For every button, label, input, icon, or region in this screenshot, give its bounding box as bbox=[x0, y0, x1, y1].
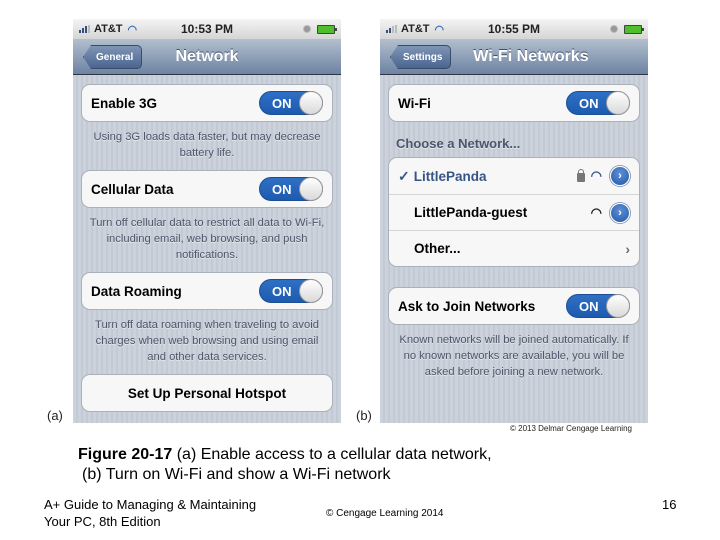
page-number: 16 bbox=[662, 497, 677, 512]
toggle-state: ON bbox=[272, 283, 292, 299]
page-title: Network bbox=[175, 47, 239, 65]
book-title: A+ Guide to Managing & Maintaining Your … bbox=[44, 496, 256, 530]
caption-line-1: (a) Enable access to a cellular data net… bbox=[172, 446, 492, 463]
wifi-status-icon: ◠ bbox=[127, 23, 138, 36]
network-name: Other... bbox=[414, 241, 461, 256]
network-item-other[interactable]: Other... › bbox=[389, 230, 639, 266]
cellular-data-group: Cellular Data ON bbox=[81, 170, 333, 208]
data-roaming-group: Data Roaming ON bbox=[81, 272, 333, 310]
network-name: LittlePanda-guest bbox=[414, 205, 528, 220]
toggle-knob bbox=[299, 177, 323, 201]
data-roaming-footnote: Turn off data roaming when traveling to … bbox=[95, 319, 319, 363]
status-bar: AT&T ◠ 10:55 PM bbox=[380, 19, 648, 39]
choose-network-header: Choose a Network... bbox=[396, 136, 521, 151]
navigation-bar: General Network bbox=[73, 39, 341, 75]
wifi-label: Wi-Fi bbox=[398, 95, 431, 111]
rotation-lock-icon bbox=[610, 25, 618, 33]
figure-number: Figure 20-17 bbox=[78, 446, 173, 463]
wifi-row: Wi-Fi ON bbox=[389, 85, 639, 121]
toggle-knob bbox=[299, 279, 323, 303]
enable-3g-row: Enable 3G ON bbox=[82, 85, 332, 121]
carrier-name: AT&T bbox=[94, 23, 123, 35]
ask-join-label: Ask to Join Networks bbox=[398, 298, 536, 314]
carrier-name: AT&T bbox=[401, 23, 430, 35]
battery-icon bbox=[624, 24, 644, 34]
ask-join-toggle[interactable]: ON bbox=[566, 294, 630, 318]
wifi-toggle[interactable]: ON bbox=[566, 91, 630, 115]
toggle-state: ON bbox=[272, 181, 292, 197]
cellular-data-toggle[interactable]: ON bbox=[259, 177, 323, 201]
toggle-state: ON bbox=[579, 298, 599, 314]
wifi-signal-icon: ◠ bbox=[590, 204, 602, 220]
detail-disclosure-button[interactable]: › bbox=[610, 202, 630, 223]
data-roaming-toggle[interactable]: ON bbox=[259, 279, 323, 303]
toggle-state: ON bbox=[272, 95, 292, 111]
data-roaming-row: Data Roaming ON bbox=[82, 273, 332, 309]
personal-hotspot-label: Set Up Personal Hotspot bbox=[127, 385, 287, 401]
personal-hotspot-group: Set Up Personal Hotspot bbox=[81, 374, 333, 412]
toggle-knob bbox=[606, 91, 630, 115]
status-bar: AT&T ◠ 10:53 PM bbox=[73, 19, 341, 39]
battery-icon bbox=[317, 24, 337, 34]
book-title-line-1: A+ Guide to Managing & Maintaining bbox=[44, 497, 257, 512]
figure-label-a: (a) bbox=[47, 408, 63, 423]
toggle-knob bbox=[299, 91, 323, 115]
personal-hotspot-button[interactable]: Set Up Personal Hotspot bbox=[82, 375, 332, 411]
navigation-bar: Settings Wi-Fi Networks bbox=[380, 39, 648, 75]
cellular-data-footnote: Turn off cellular data to restrict all d… bbox=[89, 217, 325, 261]
caption-line-2: (b) Turn on Wi-Fi and show a Wi-Fi netwo… bbox=[82, 466, 391, 483]
network-item-littlepanda-guest[interactable]: LittlePanda-guest ◠ › bbox=[389, 194, 639, 230]
cellular-data-label: Cellular Data bbox=[91, 181, 174, 197]
toggle-knob bbox=[606, 294, 630, 318]
checkmark-icon: ✓ bbox=[398, 167, 410, 184]
wifi-status-icon: ◠ bbox=[434, 23, 445, 36]
enable-3g-label: Enable 3G bbox=[91, 95, 158, 111]
enable-3g-group: Enable 3G ON bbox=[81, 84, 333, 122]
phone-screenshot-network: AT&T ◠ 10:53 PM General Network Enable 3… bbox=[73, 19, 341, 423]
enable-3g-toggle[interactable]: ON bbox=[259, 91, 323, 115]
rotation-lock-icon bbox=[303, 25, 311, 33]
signal-icon bbox=[386, 25, 397, 33]
ask-join-row: Ask to Join Networks ON bbox=[389, 288, 639, 324]
detail-disclosure-button[interactable]: › bbox=[610, 166, 630, 186]
figure-label-b: (b) bbox=[356, 408, 372, 423]
book-title-line-2: Your PC, 8th Edition bbox=[44, 514, 161, 529]
network-item-littlepanda[interactable]: ✓ LittlePanda ◠ › bbox=[389, 158, 639, 194]
enable-3g-footnote: Using 3G loads data faster, but may decr… bbox=[93, 131, 321, 159]
lock-icon bbox=[576, 169, 585, 182]
toggle-state: ON bbox=[579, 95, 599, 111]
wifi-group: Wi-Fi ON bbox=[388, 84, 640, 122]
image-credit: © 2013 Delmar Cengage Learning bbox=[510, 424, 632, 433]
ask-join-footnote: Known networks will be joined automatica… bbox=[399, 334, 629, 378]
figure-caption: Figure 20-17 (a) Enable access to a cell… bbox=[78, 445, 492, 485]
wifi-signal-icon: ◠ bbox=[590, 168, 602, 183]
cellular-data-row: Cellular Data ON bbox=[82, 171, 332, 207]
network-name: LittlePanda bbox=[413, 168, 487, 184]
data-roaming-label: Data Roaming bbox=[91, 283, 182, 299]
page-title: Wi-Fi Networks bbox=[473, 47, 589, 65]
signal-icon bbox=[79, 25, 90, 33]
ask-join-group: Ask to Join Networks ON bbox=[388, 287, 640, 325]
copyright: © Cengage Learning 2014 bbox=[326, 508, 444, 519]
chevron-right-icon: › bbox=[625, 240, 630, 257]
network-list: ✓ LittlePanda ◠ › LittlePanda-guest ◠ › … bbox=[388, 157, 640, 267]
phone-screenshot-wifi: AT&T ◠ 10:55 PM Settings Wi-Fi Networks … bbox=[380, 19, 648, 423]
